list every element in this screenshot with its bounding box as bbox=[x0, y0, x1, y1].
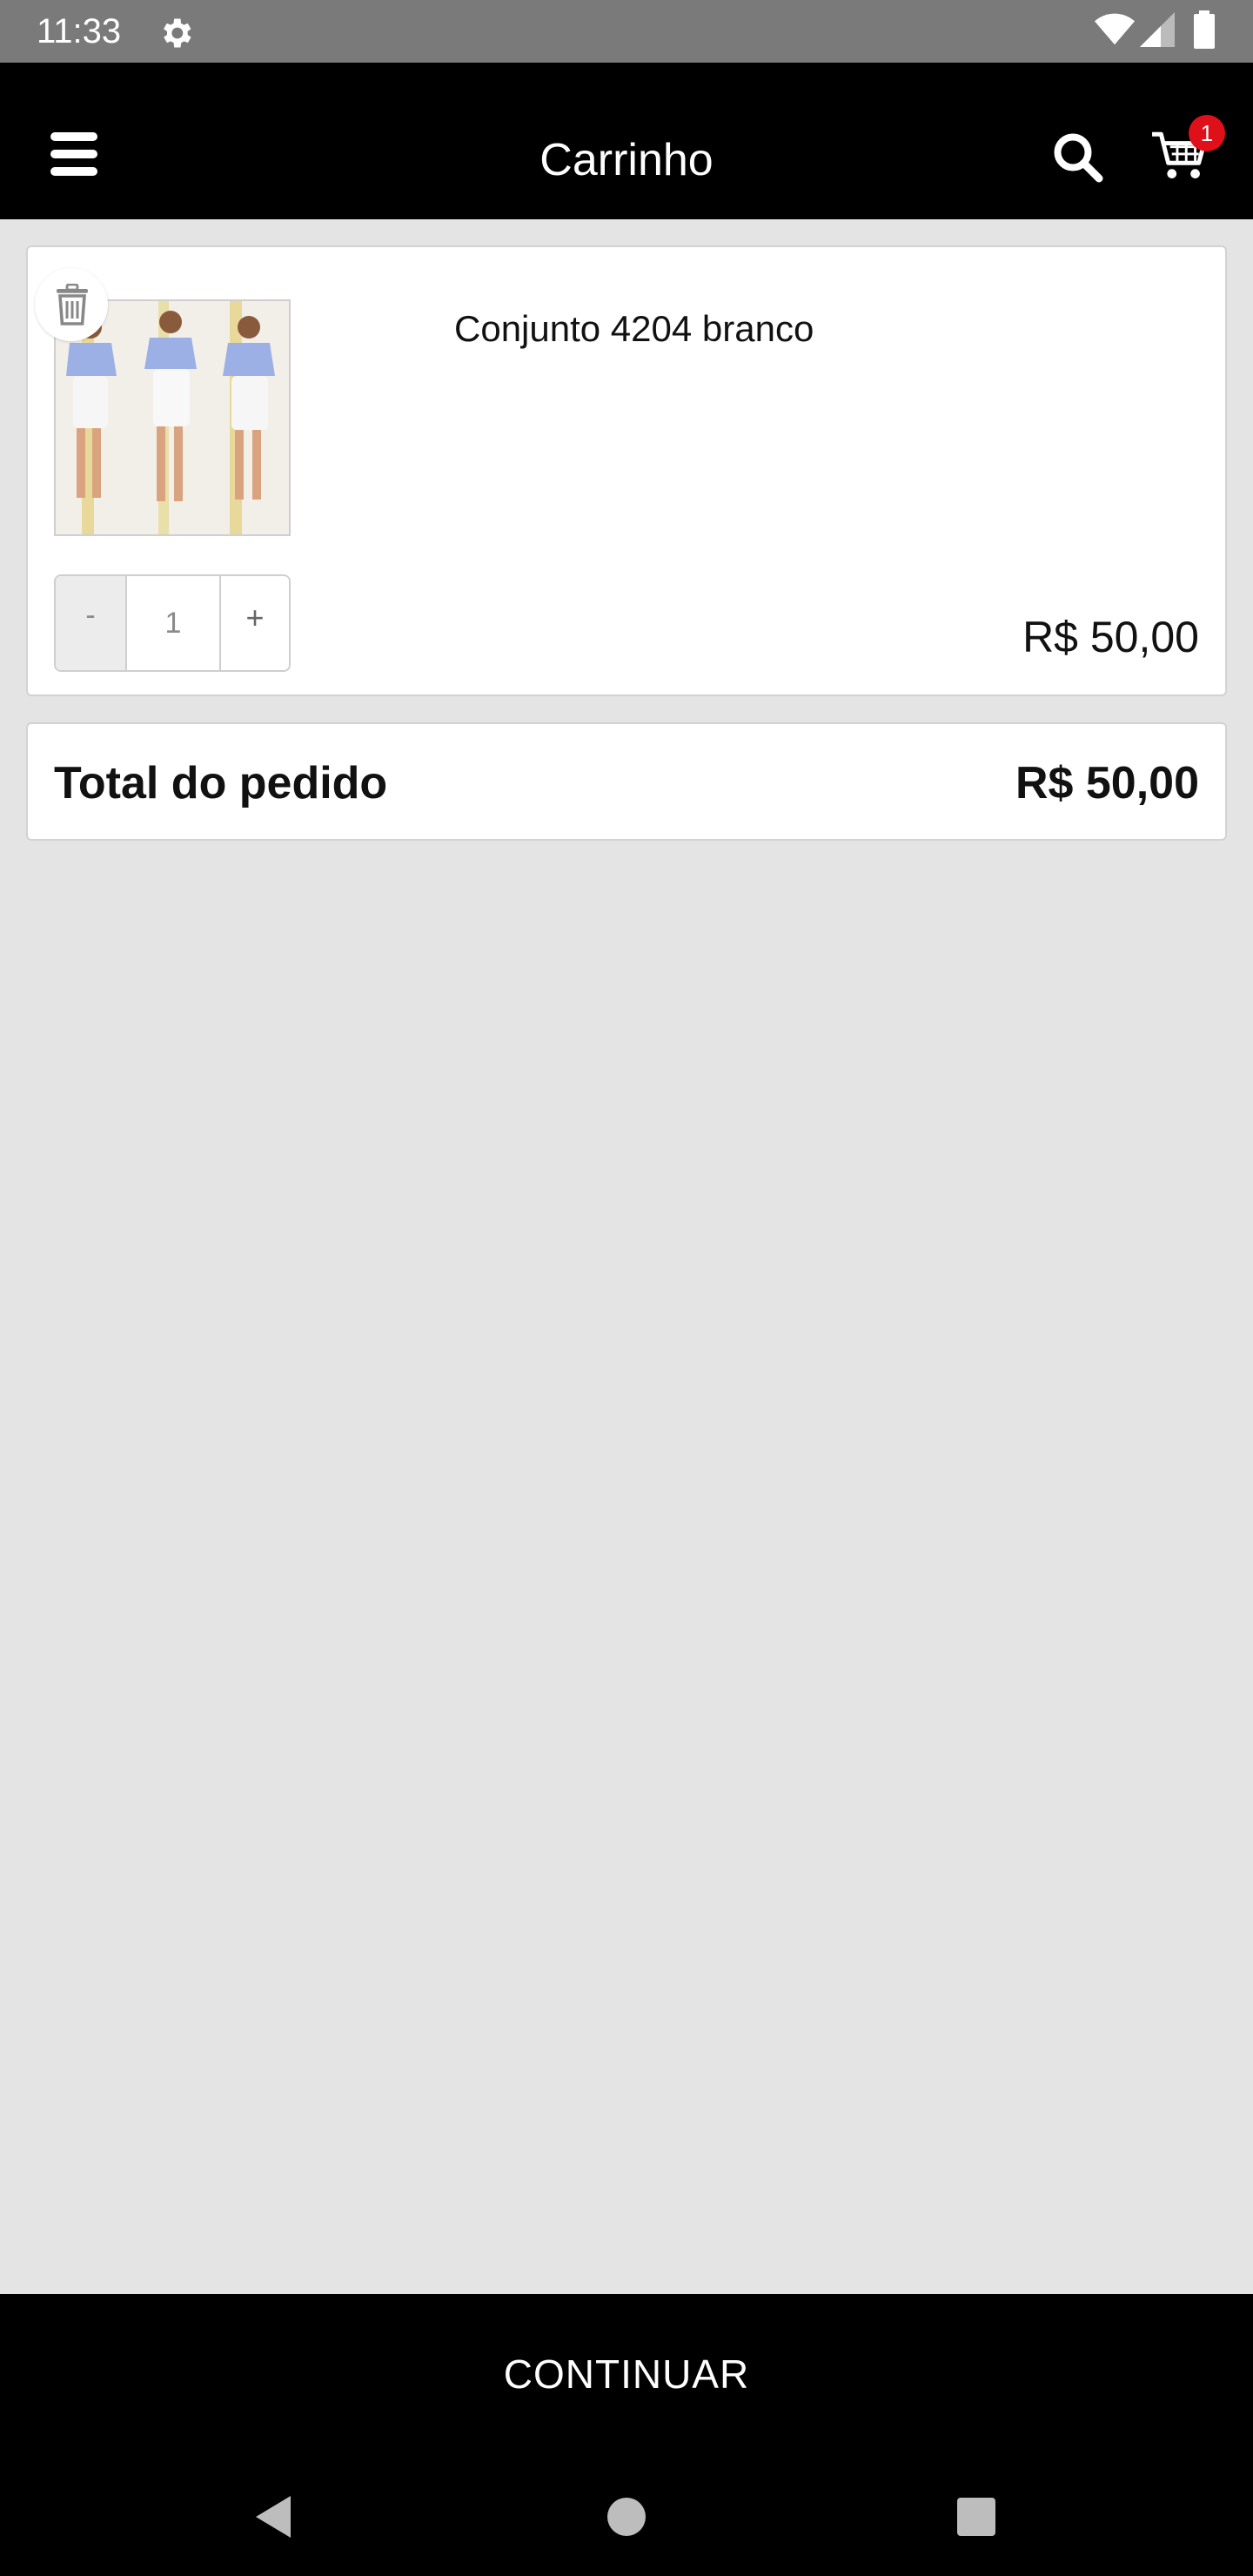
back-icon[interactable] bbox=[252, 2494, 294, 2539]
app-bar: Carrinho 1 bbox=[0, 63, 1253, 219]
product-photo-illustration bbox=[56, 301, 289, 534]
system-navigation-bar bbox=[0, 2454, 1253, 2576]
item-price: R$ 50,00 bbox=[1022, 613, 1199, 661]
status-bar: 11:33 bbox=[0, 0, 1253, 63]
continue-button[interactable]: CONTINUAR bbox=[0, 2294, 1253, 2454]
trash-icon bbox=[57, 284, 88, 325]
order-total-value: R$ 50,00 bbox=[1015, 758, 1199, 808]
battery-icon bbox=[1194, 10, 1215, 49]
status-time: 11:33 bbox=[37, 12, 122, 50]
decrease-quantity-button[interactable]: - bbox=[56, 576, 127, 670]
product-name[interactable]: Conjunto 4204 branco bbox=[454, 306, 814, 352]
wifi-icon bbox=[1095, 13, 1135, 45]
quantity-input[interactable]: 1 bbox=[127, 576, 221, 670]
quantity-stepper: - 1 + bbox=[54, 574, 291, 672]
settings-gear-icon bbox=[164, 18, 191, 48]
search-icon[interactable] bbox=[1051, 131, 1103, 183]
cell-signal-icon bbox=[1140, 12, 1175, 47]
increase-quantity-button[interactable]: + bbox=[221, 576, 289, 670]
order-total-label: Total do pedido bbox=[54, 758, 388, 808]
order-total-card: Total do pedido R$ 50,00 bbox=[26, 722, 1227, 841]
cart-item-card: Conjunto 4204 branco - 1 + R$ 50,00 bbox=[26, 245, 1227, 696]
cart-count-badge: 1 bbox=[1189, 115, 1225, 151]
recent-apps-icon[interactable] bbox=[957, 2498, 995, 2536]
home-icon[interactable] bbox=[607, 2498, 646, 2536]
remove-item-button[interactable] bbox=[35, 268, 108, 341]
